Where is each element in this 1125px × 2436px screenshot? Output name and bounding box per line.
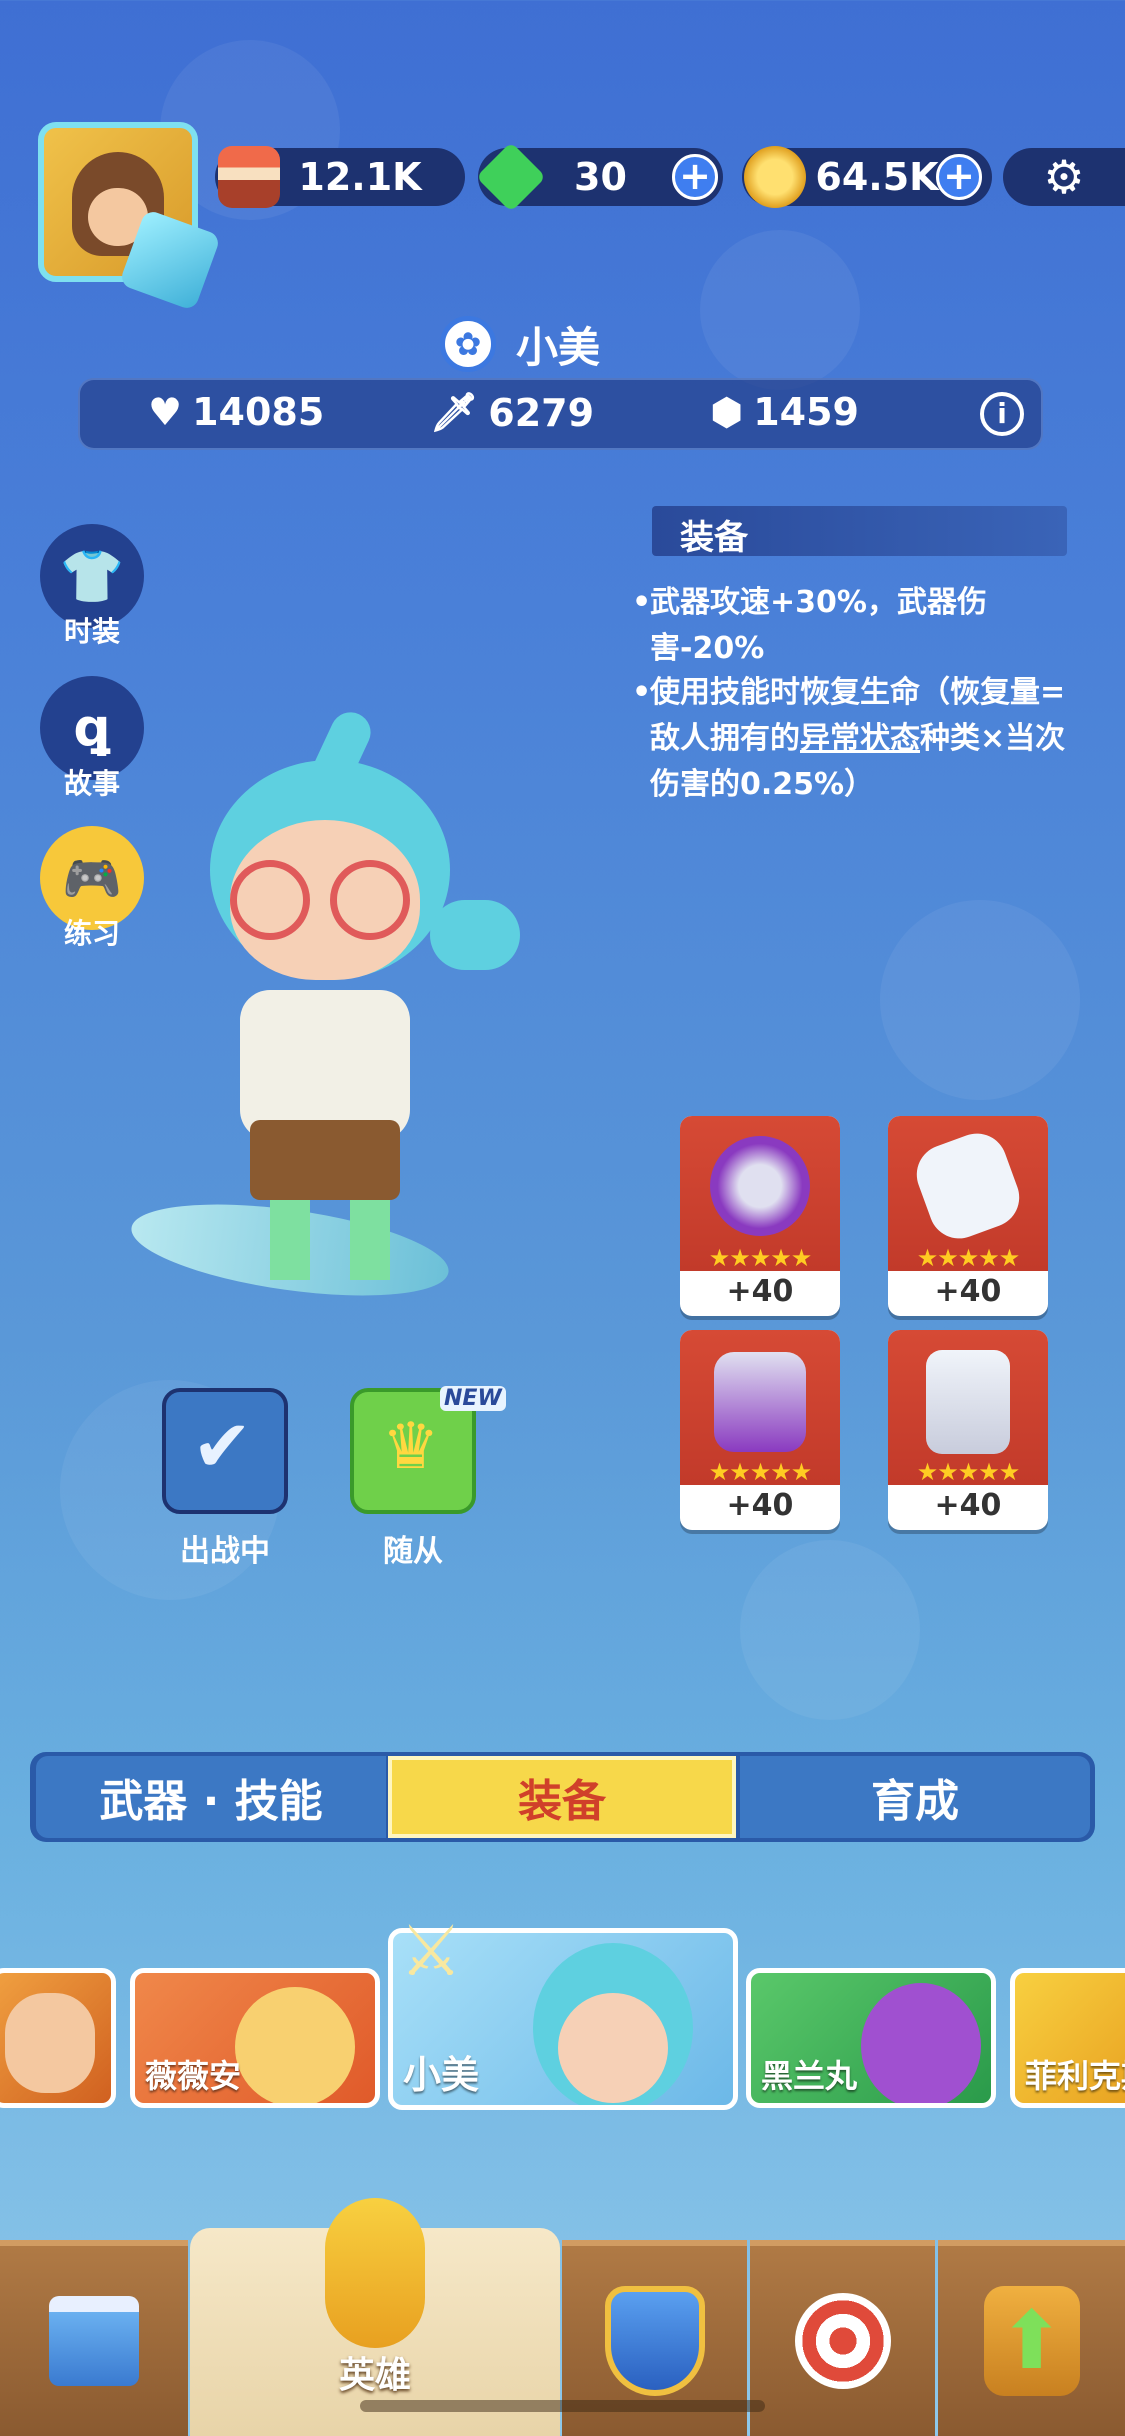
hero-card-name: 薇薇安 [145,2057,242,2095]
shop-icon [49,2296,139,2386]
coin-icon [744,146,806,208]
tab-equipment-label: 装备 [518,1776,606,1827]
hero-body [240,990,410,1140]
hero-portrait [861,1983,981,2103]
star-rating: ★★★★★ [916,1458,1021,1486]
health-value: 14085 [192,390,325,434]
tab-training[interactable]: 育成 [740,1756,1090,1838]
equipment-effect-2: • 使用技能时恢复生命（恢复量=敌人拥有的异常状态种类×当次伤害的0.25%） [632,670,1070,808]
hero-card-kuranmaru[interactable]: 黑兰丸 [746,1968,996,2108]
nav-target[interactable] [750,2240,935,2436]
add-gem-button[interactable]: + [672,154,718,200]
hero-glasses-right [330,860,410,940]
cake-value: 12.1K [298,155,422,199]
hero-character [125,700,550,1340]
crossed-swords-icon: ⚔ [399,1910,463,1992]
settings-button[interactable]: ⚙ [1003,148,1125,206]
add-coin-button[interactable]: + [936,154,982,200]
hero-element-icon: ✿ [440,316,496,372]
equipment-effect-1: • 武器攻速+30%，武器伤害-20% [632,580,1070,672]
star-rating: ★★★★★ [708,1244,813,1272]
bg-decoration [740,1540,920,1720]
equipment-slot-helmet[interactable]: ★★★★★ +40 [680,1116,840,1316]
boots-icon [926,1350,1010,1454]
crown-face-icon: ♛ [382,1410,440,1484]
hero-card-partial[interactable] [0,1968,116,2108]
equipment-slot-armor[interactable]: ★★★★★ +40 [680,1330,840,1530]
attack-value: 6279 [488,390,595,435]
bullet-icon: • [632,585,652,620]
hero-portrait [5,1993,95,2093]
hero-leg-right [350,1200,390,1280]
health-stat: ♥ 14085 [148,390,324,434]
deploy-label: 出战中 [180,1534,270,1569]
bullet-icon: • [632,675,652,710]
star-rating: ★★★★★ [916,1244,1021,1272]
enhance-level: +40 [934,1488,1002,1523]
new-badge: NEW [440,1386,506,1411]
heart-icon: ♥ [148,390,183,434]
tab-equipment[interactable]: 装备 [388,1756,736,1838]
tab-weapon-skill[interactable]: 武器 · 技能 [36,1756,386,1838]
armor-icon [714,1352,806,1452]
enhance-level: +40 [726,1488,794,1523]
equipment-effect-1-text: 武器攻速+30%，武器伤害-20% [650,585,987,666]
hero-card-name: 小美 [403,2053,480,2097]
arrow-up-icon: ⬆ [983,2286,1080,2396]
follower-label: 随从 [383,1534,443,1569]
gem-value: 30 [574,155,627,199]
bg-decoration [880,900,1080,1100]
status-effect-link[interactable]: 异常状态 [800,721,920,756]
nav-upgrade[interactable]: ⬆ [938,2240,1125,2436]
helmet-icon [710,1136,810,1236]
bg-decoration [700,230,860,390]
hero-face [558,1993,668,2103]
checkmark-icon: ✔ [192,1404,253,1488]
story-icon: ꝗ [73,698,111,758]
shield-swords-icon [604,2286,705,2396]
defense-value: 1459 [753,390,859,434]
home-indicator [360,2400,765,2412]
gear-icon: ⚙ [1043,150,1085,204]
sword-icon: 🗡 [430,390,479,434]
hero-card-name: 黑兰丸 [761,2057,858,2095]
equipment-slot-boots[interactable]: ★★★★★ +40 [888,1330,1048,1530]
hero-portrait [235,1987,355,2103]
tab-weapon-skill-label: 武器 · 技能 [99,1776,323,1827]
enhance-level: +40 [934,1274,1002,1309]
gamepad-icon: 🎮 [62,850,122,907]
equipment-title: 装备 [680,518,748,558]
hero-nav-icon [325,2198,425,2348]
enhance-level: +40 [726,1274,794,1309]
star-rating: ★★★★★ [708,1458,813,1486]
equipment-header: 装备 [652,506,1067,558]
hero-card-felix[interactable]: 菲利克斯 [1010,1968,1125,2108]
hero-stats-bar: ♥ 14085 🗡 6279 ⬢ 1459 i [78,378,1043,450]
equipment-grid: ★★★★★ +40 ★★★★★ +40 ★★★★★ +40 ★★★★★ +40 [672,1108,1052,1538]
target-icon [794,2293,891,2389]
hero-card-vivian[interactable]: 薇薇安 [130,1968,380,2108]
info-icon[interactable]: i [980,392,1024,436]
shirt-icon: 👕 [59,546,125,607]
shield-icon: ⬢ [710,390,744,434]
tab-training-label: 育成 [871,1776,959,1827]
hero-shorts [250,1120,400,1200]
attack-stat: 🗡 6279 [430,390,594,435]
nav-hero-label: 英雄 [338,2355,411,2396]
coin-value: 64.5K [815,155,939,199]
costume-label: 时装 [63,615,120,648]
hero-name-title: 小美 [516,323,601,372]
cake-icon [218,146,280,208]
hero-leg-left [270,1200,310,1280]
deploy-button[interactable]: ✔ [162,1388,288,1514]
hero-glasses-left [230,860,310,940]
hero-card-name: 菲利克斯 [1025,2057,1125,2095]
hero-ponytail [430,900,520,970]
equipment-slot-gloves[interactable]: ★★★★★ +40 [888,1116,1048,1316]
nav-shop[interactable] [0,2240,188,2436]
defense-stat: ⬢ 1459 [710,390,859,434]
